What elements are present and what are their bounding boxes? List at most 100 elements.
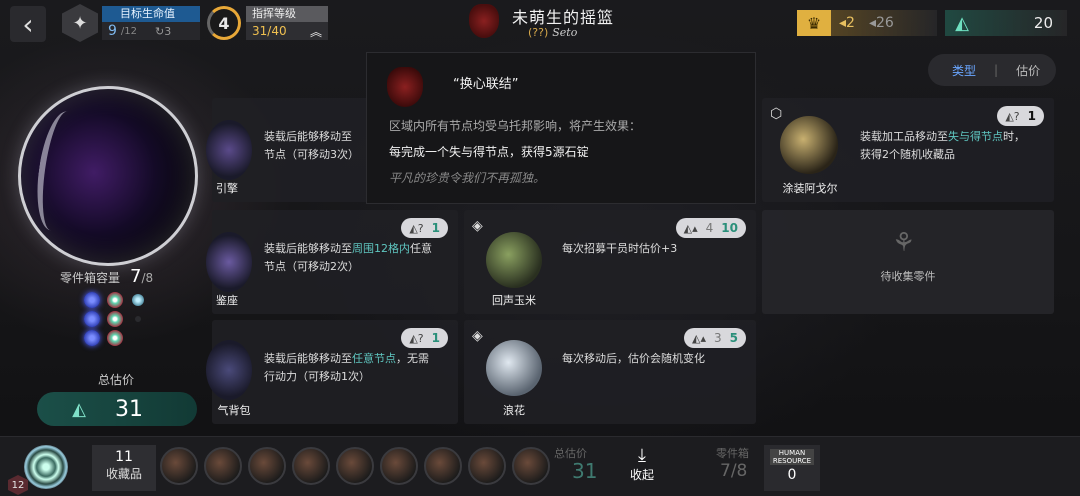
slot-dot <box>84 292 100 308</box>
tooltip-title: “换心联结” <box>453 77 519 92</box>
part-card[interactable]: ⬡ ◭? 1 涂装阿戈尔 装载加工品移动至失与得节点时， 获得2个随机收藏品 <box>762 98 1054 202</box>
stage-script: Seto <box>552 26 578 39</box>
effect-tooltip: “换心联结” 区域内所有节点均受乌托邦影响，将产生效果： 每完成一个失与得节点，… <box>366 52 756 204</box>
empty-slot-label: 待收集零件 <box>880 270 936 283</box>
bottom-bar: 12 11 收藏品 总估价 31 ⤓ 收起 零件箱 7/8 HUMAN RESO… <box>0 436 1080 496</box>
ingot-icon: ♛ <box>797 10 831 36</box>
collapse-button[interactable]: ⤓ 收起 <box>622 445 662 483</box>
slot-dot <box>135 316 141 322</box>
part-card[interactable]: ◈ ◭▴ 3 5 浪花 每次移动后，估价会随机变化 <box>464 320 756 424</box>
empty-part-slot: ⚘ 待收集零件 <box>762 210 1054 314</box>
value-icon: ◭ <box>72 398 86 420</box>
bottom-parts-value: 7/8 <box>720 461 748 481</box>
sort-by-value[interactable]: 估价 <box>1016 62 1040 79</box>
sort-toggle[interactable]: 类型 | 估价 <box>928 54 1056 86</box>
slot-grid <box>84 292 154 346</box>
stage-emblem-icon <box>469 4 499 38</box>
total-value-label: 总估价 <box>98 373 135 387</box>
gem-icon: ◈ <box>472 328 483 344</box>
part-card[interactable]: ◭? 1 鉴座 装载后能够移动至周围12格内任意 节点（可移动2次） <box>206 210 458 314</box>
collapse-label: 收起 <box>629 468 654 482</box>
part-name: 回声玉米 <box>492 294 536 307</box>
human-resource-value: 0 <box>787 467 797 483</box>
tooltip-line-2: 每完成一个失与得节点，获得5源石锭 <box>389 145 589 159</box>
slot-dot <box>107 292 123 308</box>
part-desc: 装载后能够移动至 节点（可移动3次） <box>264 130 359 161</box>
value-badge: ◭▴ 3 5 <box>684 328 746 348</box>
hope-value: 20 <box>1033 14 1053 32</box>
tooltip-line-1: 区域内所有节点均受乌托邦影响，将产生效果： <box>389 119 642 133</box>
part-art <box>486 232 542 288</box>
part-name: 气背包 <box>217 404 251 417</box>
ingot-total: 26 <box>875 15 894 31</box>
part-desc: 装载加工品移动至失与得节点时， 获得2个随机收藏品 <box>860 130 1025 161</box>
slot-dot <box>107 330 123 346</box>
target-hp-max: /12 <box>120 25 138 37</box>
relic-item[interactable] <box>292 447 330 485</box>
hope-counter[interactable]: ◭ 20 <box>945 10 1067 36</box>
level-badge: 12 <box>8 475 28 495</box>
part-desc: 装载后能够移动至周围12格内任意 节点（可移动2次） <box>264 242 432 273</box>
ingot-value: 2 <box>846 15 855 31</box>
target-hp-panel: 目标生命值 9 /12 ↻3 <box>102 6 200 40</box>
arrow-down-icon: ⤓ <box>638 445 646 466</box>
parts-box-panel: 零件箱容量 7/8 总估价 ◭ 31 <box>0 48 230 436</box>
sort-by-type[interactable]: 类型 <box>952 62 976 79</box>
total-value: 31 <box>115 396 143 422</box>
spiral-icon[interactable] <box>24 445 68 489</box>
cradle-orb <box>18 86 198 266</box>
collection-label: 收藏品 <box>105 467 142 481</box>
slot-dot <box>107 311 123 327</box>
capacity-value: 7/8 <box>130 266 154 287</box>
part-name: 浪花 <box>503 404 525 417</box>
value-badge: ◭? 1 <box>401 328 448 348</box>
part-art <box>780 116 838 174</box>
part-card[interactable]: ◭? 1 气背包 装载后能够移动至任意节点，无需 行动力（可移动1次） <box>206 320 458 424</box>
slot-dot <box>132 294 144 306</box>
relic-item[interactable] <box>512 447 550 485</box>
relic-strip <box>160 447 550 485</box>
command-level-title: 指挥等级 <box>246 6 328 22</box>
part-art <box>206 120 252 180</box>
slot-dot <box>84 330 100 346</box>
bottom-parts-label: 零件箱 <box>716 447 749 460</box>
part-card[interactable]: ◈ ◭▴ 4 10 回声玉米 每次招募干员时估价+3 <box>464 210 756 314</box>
collection-button[interactable]: 11 收藏品 <box>92 445 156 491</box>
gem-icon: ◈ <box>472 218 483 234</box>
value-badge: ◭▴ 4 10 <box>675 218 746 238</box>
relic-item[interactable] <box>248 447 286 485</box>
human-resource-button[interactable]: HUMAN RESOURCE 0 <box>764 445 820 491</box>
relic-item[interactable] <box>204 447 242 485</box>
part-name: 涂装阿戈尔 <box>782 182 838 195</box>
value-badge: ◭? 1 <box>401 218 448 238</box>
relic-item[interactable] <box>424 447 462 485</box>
tooltip-flavor: 平凡的珍贵令我们不再孤独。 <box>389 171 546 185</box>
slot-dot <box>84 311 100 327</box>
relic-item[interactable] <box>336 447 374 485</box>
part-name: 引擎 <box>216 182 238 195</box>
branch-icon: ⚘ <box>892 228 916 258</box>
command-level-panel[interactable]: 指挥等级 31/40 ︽ <box>246 6 328 40</box>
value-icon: ◭? <box>409 221 424 235</box>
value-up-icon: ◭▴ <box>683 221 698 235</box>
part-desc: 每次移动后，估价会随机变化 <box>562 352 705 365</box>
part-desc: 每次招募干员时估价+3 <box>562 242 678 255</box>
part-art <box>206 232 252 292</box>
relic-item[interactable] <box>380 447 418 485</box>
chevron-left-icon: ‹ <box>22 7 34 41</box>
stage-title: 未萌生的摇篮 <box>512 8 615 27</box>
relic-item[interactable] <box>160 447 198 485</box>
relic-item[interactable] <box>468 447 506 485</box>
value-badge: ◭? 1 <box>997 106 1044 126</box>
part-desc: 装载后能够移动至任意节点，无需 行动力（可移动1次） <box>264 352 429 383</box>
part-name: 鉴座 <box>216 294 238 307</box>
chevron-up-icon: ︽ <box>309 24 322 39</box>
part-art <box>486 340 542 396</box>
originium-ingot-counter[interactable]: ♛ ◂2 ◂26 <box>797 10 937 36</box>
heart-link-icon <box>387 67 423 107</box>
back-button[interactable]: ‹ <box>10 6 46 42</box>
target-hp-current: 9 <box>108 23 117 39</box>
total-value-pill: ◭ 31 <box>37 392 197 426</box>
faction-logo-icon[interactable]: ✦ <box>62 4 98 42</box>
cube-icon: ⬡ <box>770 106 783 122</box>
